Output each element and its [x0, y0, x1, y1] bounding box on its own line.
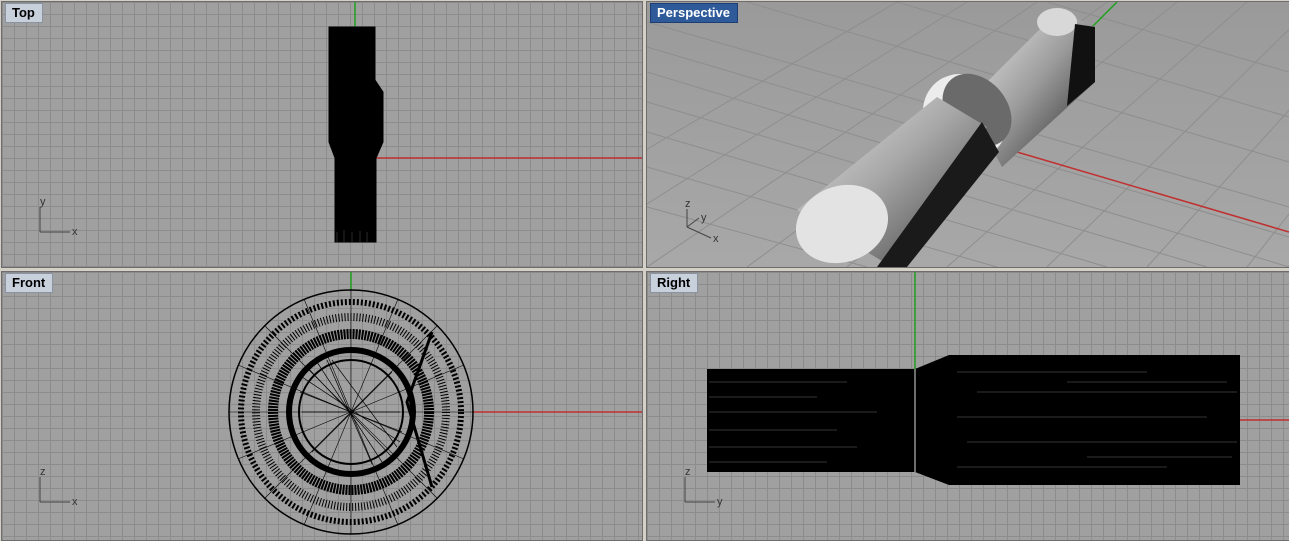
persp-axis-x-label: x	[713, 233, 719, 245]
viewport-title-front[interactable]: Front	[5, 273, 54, 293]
viewport-title-top[interactable]: Top	[5, 3, 43, 23]
viewport-front[interactable]: Front z x	[1, 271, 643, 541]
viewport-title-right[interactable]: Right	[650, 273, 699, 293]
top-axis-y-label: y	[40, 196, 46, 208]
right-axis-y-label: y	[717, 496, 723, 508]
front-axis-z-label: z	[40, 466, 46, 478]
right-view-canvas: z y	[684, 272, 1289, 508]
right-view-model	[707, 355, 1240, 485]
viewport-title-perspective[interactable]: Perspective	[650, 3, 738, 23]
viewport-right[interactable]: Right z y	[646, 271, 1289, 541]
perspective-view-canvas: z y x	[647, 2, 1289, 267]
right-axis-z-label: z	[685, 466, 691, 478]
front-view-model	[228, 289, 474, 535]
viewport-perspective[interactable]: Perspective z y x	[646, 1, 1289, 268]
front-view-canvas: z x	[39, 272, 642, 535]
front-axis-x-label: x	[72, 496, 78, 508]
top-axis-x-label: x	[72, 226, 78, 238]
right-axis-gizmo	[684, 477, 715, 503]
persp-axis-y-label: y	[701, 212, 707, 224]
front-axis-gizmo	[39, 477, 70, 503]
persp-axis-z-label: z	[685, 198, 691, 210]
viewport-top[interactable]: Top y x	[1, 1, 643, 268]
